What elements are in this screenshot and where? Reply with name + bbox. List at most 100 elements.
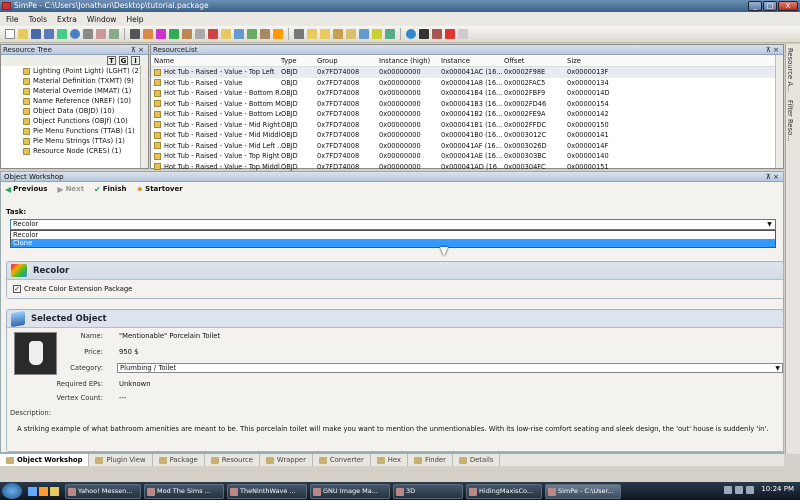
panel-pin-close[interactable]: ⊼ × (766, 172, 783, 181)
delete-icon[interactable] (208, 29, 218, 39)
show-desktop-icon[interactable] (28, 486, 37, 496)
tree-item[interactable]: Object Functions (OBJf) (10) (23, 116, 148, 126)
star-icon[interactable] (273, 29, 283, 39)
tree-item[interactable]: Pie Menu Functions (TTAB) (1) (23, 126, 148, 136)
new-icon[interactable] (5, 29, 15, 39)
next-button[interactable]: ▶ Next (57, 185, 84, 194)
open-icon[interactable] (18, 29, 28, 39)
copy-icon[interactable] (234, 29, 244, 39)
check-icon[interactable] (169, 29, 179, 39)
mail-icon[interactable] (346, 29, 356, 39)
table-row[interactable]: Hot Tub - Raised - Value - Bottom Left OB… (151, 109, 783, 120)
col-type[interactable]: Type (281, 55, 317, 66)
folder-add-icon[interactable] (320, 29, 330, 39)
folder-icon[interactable] (221, 29, 231, 39)
tab-wrapper[interactable]: Wrapper (260, 454, 313, 466)
panel-pin-close[interactable]: ⊼ × (766, 45, 779, 55)
folder-open-icon[interactable] (307, 29, 317, 39)
tree-item[interactable]: Resource Node (CRES) (1) (23, 146, 148, 156)
table-row[interactable]: Hot Tub - Raised - Value - Top Right OBJD… (151, 151, 783, 162)
tab-package[interactable]: Package (153, 454, 205, 466)
tools-icon[interactable] (96, 29, 106, 39)
paint-icon[interactable] (156, 29, 166, 39)
archive-icon[interactable] (333, 29, 343, 39)
taskbar-item-3d[interactable]: 3D (393, 483, 463, 499)
taskbar-item-theninthwave[interactable]: TheNinthWave ... (227, 483, 307, 499)
menu-extra[interactable]: Extra (57, 15, 77, 24)
menu-tools[interactable]: Tools (29, 15, 47, 24)
user-icon[interactable] (83, 29, 93, 39)
tab-hex[interactable]: Hex (371, 454, 408, 466)
col-size[interactable]: Size (567, 55, 627, 66)
grid-icon[interactable] (294, 29, 304, 39)
tree-item[interactable]: Material Override (MMAT) (1) (23, 86, 148, 96)
tree-group-button[interactable]: G (119, 56, 128, 65)
cancel-icon[interactable] (445, 29, 455, 39)
col-offset[interactable]: Offset (504, 55, 567, 66)
table-row[interactable]: Hot Tub - Raised - Value OBJD 0x7FD74008 0x… (151, 78, 783, 89)
col-name[interactable]: Name (151, 55, 281, 66)
table-row[interactable]: Hot Tub - Raised - Value - Bottom M... OB… (151, 99, 783, 110)
save-all-icon[interactable] (44, 29, 54, 39)
tab-details[interactable]: Details (453, 454, 501, 466)
category-select[interactable]: Plumbing / Toilet ▼ (117, 363, 783, 373)
taskbar-item-gimp[interactable]: GNU Image Ma... (310, 483, 390, 499)
side-tab-resource[interactable]: Resource A... (786, 44, 794, 96)
plugin-icon[interactable] (143, 29, 153, 39)
tree-instance-button[interactable]: I (131, 56, 140, 65)
tree-item[interactable]: Pie Menu Strings (TTAs) (1) (23, 136, 148, 146)
tab-converter[interactable]: Converter (313, 454, 371, 466)
col-instance[interactable]: Instance (441, 55, 504, 66)
task-option-recolor[interactable]: Recolor (11, 231, 775, 239)
note-icon[interactable] (372, 29, 382, 39)
save-icon[interactable] (31, 29, 41, 39)
col-instance-high[interactable]: Instance (high) (379, 55, 441, 66)
taskbar-item-hidingmaxis[interactable]: HidingMaxisCo... (466, 483, 542, 499)
import-icon[interactable] (260, 29, 270, 39)
panel-pin-close[interactable]: ⊼ × (131, 45, 144, 55)
menu-help[interactable]: Help (126, 15, 143, 24)
refresh-icon[interactable] (57, 29, 67, 39)
package-icon[interactable] (182, 29, 192, 39)
close-button[interactable]: X (778, 1, 798, 11)
tree-item[interactable]: Object Data (OBJD) (10) (23, 106, 148, 116)
task-option-clone[interactable]: Clone (11, 239, 775, 247)
startover-button[interactable]: ✷ Startover (136, 185, 182, 194)
globe-icon[interactable] (70, 29, 80, 39)
taskbar-item-yahoo[interactable]: Yahoo! Messen... (65, 483, 141, 499)
gear-icon[interactable] (109, 29, 119, 39)
side-tab-filter[interactable]: Filter Reso... (786, 96, 794, 146)
tree-item[interactable]: Lighting (Point Light) (LGHT) (2) (23, 66, 148, 76)
person-icon[interactable] (419, 29, 429, 39)
clock[interactable]: 10:24 PM (761, 485, 794, 493)
taskbar-item-simpe[interactable]: SimPe - C:\User... (545, 483, 621, 499)
export-icon[interactable] (247, 29, 257, 39)
tab-finder[interactable]: Finder (408, 454, 453, 466)
finish-button[interactable]: ✔ Finish (94, 185, 126, 194)
color-extension-checkbox[interactable]: ✓ (13, 285, 21, 293)
messenger-icon[interactable] (746, 486, 754, 494)
monitor-icon[interactable] (359, 29, 369, 39)
tree-item[interactable]: Name Reference (NREF) (10) (23, 96, 148, 106)
task-select[interactable]: Recolor ▼ (10, 219, 776, 230)
network-icon[interactable] (724, 486, 732, 494)
col-group[interactable]: Group (317, 55, 379, 66)
tab-object-workshop[interactable]: Object Workshop (0, 454, 90, 466)
maximize-button[interactable]: □ (763, 1, 777, 11)
tab-plugin-view[interactable]: Plugin View (89, 454, 153, 466)
start-button[interactable] (2, 483, 22, 499)
sync-icon[interactable] (406, 29, 416, 39)
eraser-icon[interactable] (458, 29, 468, 39)
menu-window[interactable]: Window (87, 15, 117, 24)
tree-item[interactable]: Material Definition (TXMT) (9) (23, 76, 148, 86)
explorer-icon[interactable] (50, 486, 59, 496)
list-icon[interactable] (195, 29, 205, 39)
table-row[interactable]: Hot Tub - Raised - Value - Mid Left ... O… (151, 141, 783, 152)
table-row[interactable]: Hot Tub - Raised - Value - Bottom R... OB… (151, 88, 783, 99)
table-row[interactable]: Hot Tub - Raised - Value - Mid Right... O… (151, 120, 783, 131)
previous-button[interactable]: ◀ Previous (5, 185, 47, 194)
minimize-button[interactable]: _ (748, 1, 762, 11)
menu-file[interactable]: File (6, 15, 19, 24)
taskbar-item-modthesims[interactable]: Mod The Sims ... (144, 483, 224, 499)
tree-scrollbar[interactable] (140, 66, 148, 168)
